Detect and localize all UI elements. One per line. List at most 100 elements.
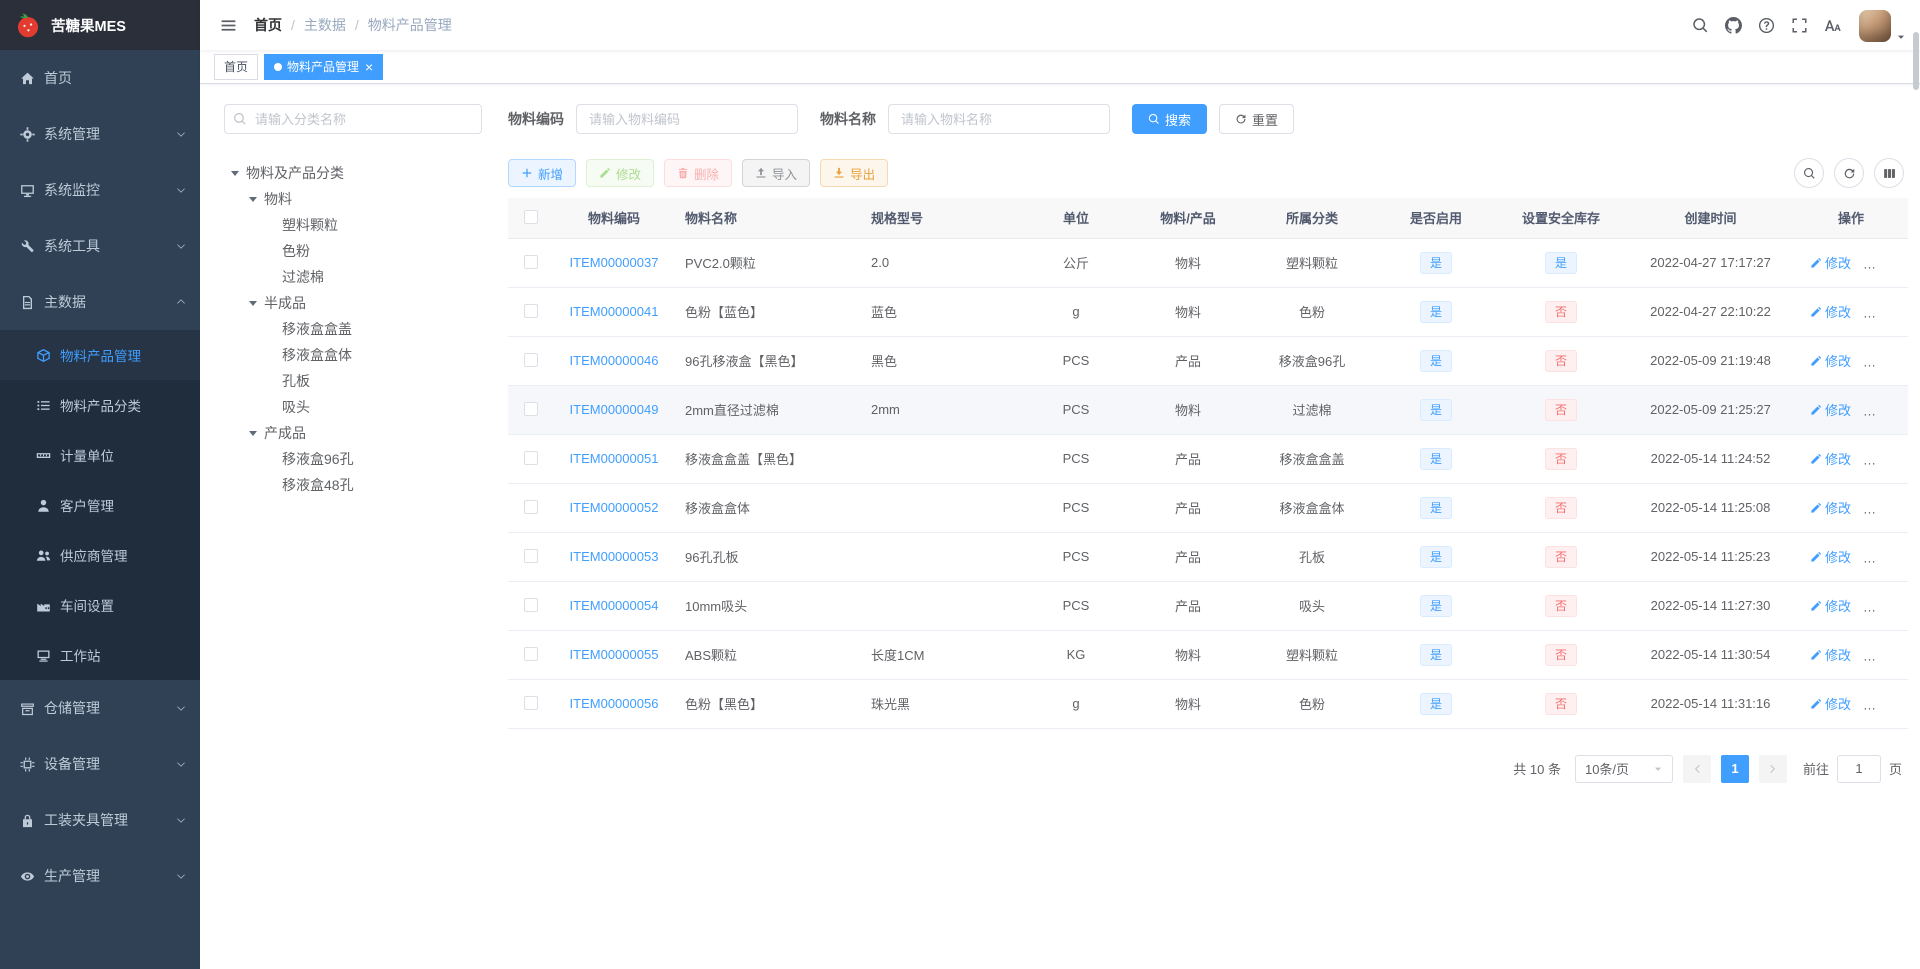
tree-node[interactable]: 移液盒96孔 [224, 446, 482, 472]
tree-node[interactable]: 色粉 [224, 238, 482, 264]
user-menu[interactable] [1859, 6, 1906, 44]
breadcrumb-item[interactable]: 物料产品管理 [368, 15, 452, 35]
edit-link[interactable]: 修改 [1810, 694, 1851, 713]
help-button[interactable] [1750, 0, 1783, 50]
sidebar-item[interactable]: 生产管理 [0, 848, 200, 904]
tree-node[interactable]: 吸头 [224, 394, 482, 420]
scrollbar-thumb[interactable] [1913, 32, 1919, 90]
sidebar-item[interactable]: 系统监控 [0, 162, 200, 218]
tree-node[interactable]: 半成品 [224, 290, 482, 316]
edit-link[interactable]: 修改 [1810, 498, 1851, 517]
sidebar-subitem[interactable]: 工作站 [0, 630, 200, 680]
material-code-link[interactable]: ITEM00000051 [570, 451, 659, 466]
github-button[interactable] [1717, 0, 1750, 50]
row-checkbox[interactable] [523, 451, 538, 465]
header-search-button[interactable] [1684, 0, 1717, 50]
fullscreen-button[interactable] [1783, 0, 1816, 50]
edit-button[interactable]: 修改 [586, 159, 655, 187]
material-code-link[interactable]: ITEM00000046 [570, 353, 659, 368]
user-avatar[interactable] [1859, 10, 1891, 42]
material-code-link[interactable]: ITEM00000037 [570, 255, 659, 270]
row-checkbox[interactable] [523, 696, 538, 710]
column-settings-button[interactable] [1874, 158, 1904, 188]
edit-link[interactable]: 修改 [1810, 596, 1851, 615]
row-checkbox[interactable] [523, 647, 538, 661]
reset-button[interactable]: 重置 [1219, 104, 1295, 134]
search-button[interactable]: 搜索 [1132, 104, 1208, 134]
material-code-link[interactable]: ITEM00000041 [570, 304, 659, 319]
edit-link[interactable]: 修改 [1810, 449, 1851, 468]
material-name-input[interactable] [888, 104, 1110, 134]
material-code-link[interactable]: ITEM00000054 [570, 598, 659, 613]
app-logo[interactable]: 苦糖果MES [0, 0, 200, 50]
tab-close-icon[interactable]: × [365, 60, 373, 74]
tree-node[interactable]: 孔板 [224, 368, 482, 394]
row-checkbox[interactable] [523, 598, 538, 612]
breadcrumb-item[interactable]: 主数据 [304, 15, 346, 35]
breadcrumb-item[interactable]: 首页 [254, 15, 282, 35]
tree-node[interactable]: 塑料颗粒 [224, 212, 482, 238]
tree-node[interactable]: 移液盒盒体 [224, 342, 482, 368]
font-size-button[interactable] [1816, 0, 1849, 50]
material-code-input[interactable] [576, 104, 798, 134]
sidebar-item[interactable]: 系统管理 [0, 106, 200, 162]
tags-view: 首页 物料产品管理 × [200, 50, 1920, 84]
toggle-search-button[interactable] [1794, 158, 1824, 188]
sidebar-item[interactable]: 系统工具 [0, 218, 200, 274]
add-button[interactable]: 新增 [508, 159, 577, 187]
tree-expand-caret-icon[interactable] [230, 168, 241, 179]
select-all-checkbox[interactable] [523, 210, 538, 225]
tree-expand-caret-icon[interactable] [248, 428, 259, 439]
tab-item[interactable]: 首页 [214, 53, 259, 80]
delete-button[interactable]: 删除 [664, 159, 733, 187]
edit-link[interactable]: 修改 [1810, 351, 1851, 370]
sidebar-subitem[interactable]: 车间设置 [0, 580, 200, 630]
tree-node[interactable]: 过滤棉 [224, 264, 482, 290]
row-checkbox[interactable] [523, 549, 538, 563]
row-checkbox[interactable] [523, 255, 538, 269]
sidebar-item[interactable]: 主数据 [0, 274, 200, 330]
sidebar-item[interactable]: 工装夹具管理 [0, 792, 200, 848]
page-size-select[interactable]: 10条/页 [1574, 754, 1673, 783]
material-code-link[interactable]: ITEM00000052 [570, 500, 659, 515]
sidebar-subitem[interactable]: 客户管理 [0, 480, 200, 530]
material-code-link[interactable]: ITEM00000055 [570, 647, 659, 662]
page-number-button[interactable]: 1 [1720, 754, 1749, 783]
tree-node[interactable]: 物料 [224, 186, 482, 212]
next-page-button[interactable] [1758, 754, 1787, 783]
tree-node[interactable]: 物料及产品分类 [224, 160, 482, 186]
material-code-link[interactable]: ITEM00000049 [570, 402, 659, 417]
tree-expand-caret-icon[interactable] [248, 194, 259, 205]
sidebar-subitem[interactable]: 物料产品管理 [0, 330, 200, 380]
goto-page-input[interactable] [1836, 754, 1881, 783]
sidebar-toggle-button[interactable] [214, 5, 242, 45]
category-search-input[interactable] [224, 104, 482, 134]
sidebar-subitem[interactable]: 计量单位 [0, 430, 200, 480]
sidebar-subitem[interactable]: 物料产品分类 [0, 380, 200, 430]
edit-link[interactable]: 修改 [1810, 547, 1851, 566]
monitor-icon [21, 184, 34, 197]
prev-page-button[interactable] [1682, 754, 1711, 783]
import-button[interactable]: 导入 [742, 159, 811, 187]
row-checkbox[interactable] [523, 304, 538, 318]
row-checkbox[interactable] [523, 500, 538, 514]
sidebar-subitem[interactable]: 供应商管理 [0, 530, 200, 580]
row-checkbox[interactable] [523, 402, 538, 416]
material-code-link[interactable]: ITEM00000053 [570, 549, 659, 564]
sidebar-item[interactable]: 设备管理 [0, 736, 200, 792]
sidebar-item[interactable]: 首页 [0, 50, 200, 106]
tree-expand-caret-icon[interactable] [248, 298, 259, 309]
row-checkbox[interactable] [523, 353, 538, 367]
tree-node[interactable]: 移液盒48孔 [224, 472, 482, 498]
edit-link[interactable]: 修改 [1810, 400, 1851, 419]
edit-link[interactable]: 修改 [1810, 253, 1851, 272]
edit-link[interactable]: 修改 [1810, 302, 1851, 321]
refresh-table-button[interactable] [1834, 158, 1864, 188]
tree-node[interactable]: 产成品 [224, 420, 482, 446]
tab-item[interactable]: 物料产品管理 × [264, 53, 384, 80]
tree-node[interactable]: 移液盒盒盖 [224, 316, 482, 342]
sidebar-item[interactable]: 仓储管理 [0, 680, 200, 736]
edit-link[interactable]: 修改 [1810, 645, 1851, 664]
export-button[interactable]: 导出 [820, 159, 889, 187]
material-code-link[interactable]: ITEM00000056 [570, 696, 659, 711]
